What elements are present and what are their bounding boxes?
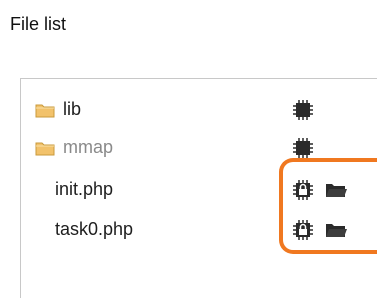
file-name: lib [63, 99, 82, 119]
file-name: mmap [63, 137, 114, 157]
list-item-lib[interactable]: lib [21, 95, 377, 125]
chip-icon[interactable] [292, 137, 314, 159]
file-name: init.php [55, 179, 114, 199]
highlight-box [279, 158, 377, 254]
file-list-title: File list [10, 14, 67, 34]
chip-icon[interactable] [292, 99, 314, 121]
file-name: task0.php [55, 219, 134, 239]
folder-icon [35, 140, 55, 156]
folder-icon [35, 102, 55, 118]
